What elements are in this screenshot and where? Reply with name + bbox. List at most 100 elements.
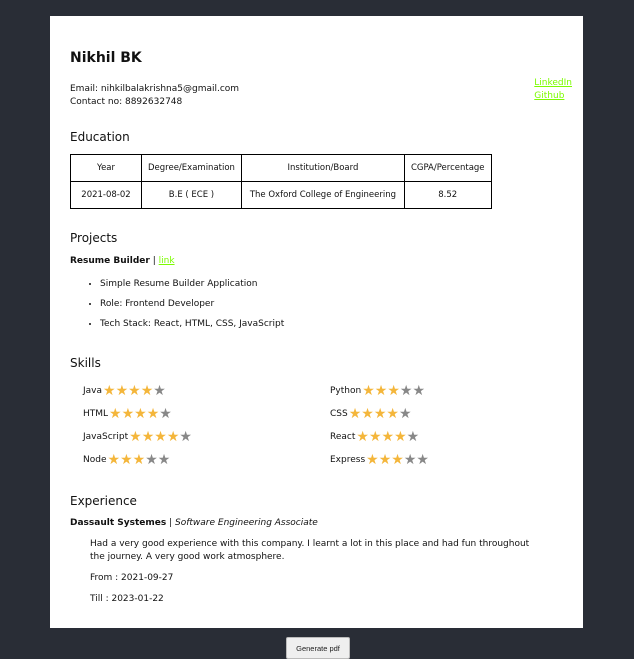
table-header-row: Year Degree/Examination Institution/Boar… xyxy=(70,154,492,182)
star-icon: ★ xyxy=(132,452,146,468)
star-rating: ★ ★ ★ ★ ★ xyxy=(103,384,166,398)
star-icon: ★ xyxy=(391,452,404,468)
star-icon: ★ xyxy=(159,406,172,422)
star-icon: ★ xyxy=(406,429,420,445)
skill-name: CSS xyxy=(330,409,348,419)
skill-item: Python ★ ★ ★ ★ ★ xyxy=(330,384,425,398)
skill-name: Node xyxy=(83,455,107,465)
star-icon: ★ xyxy=(373,406,387,422)
star-icon: ★ xyxy=(381,429,395,445)
star-icon: ★ xyxy=(398,406,412,422)
star-icon: ★ xyxy=(179,429,192,445)
star-rating: ★ ★ ★ ★ ★ xyxy=(349,407,412,421)
star-rating: ★ ★ ★ ★ ★ xyxy=(109,407,172,421)
candidate-name: Nikhil BK xyxy=(70,50,142,66)
list-item: Role: Frontend Developer xyxy=(100,298,284,318)
table-cell: 2021-08-02 xyxy=(70,181,142,209)
star-icon: ★ xyxy=(141,429,155,445)
skill-item: HTML ★ ★ ★ ★ ★ xyxy=(83,407,172,421)
star-icon: ★ xyxy=(129,429,142,445)
skill-name: Java xyxy=(83,386,103,396)
star-icon: ★ xyxy=(366,452,379,468)
star-icon: ★ xyxy=(361,406,374,422)
star-icon: ★ xyxy=(109,406,122,422)
email-text: Email: nihkilbalakrishna5@gmail.com xyxy=(70,84,240,94)
project-name: Resume Builder xyxy=(70,256,150,266)
star-rating: ★ ★ ★ ★ ★ xyxy=(356,430,419,444)
project-separator: | xyxy=(152,256,156,266)
list-item: Simple Resume Builder Application xyxy=(100,278,284,298)
star-icon: ★ xyxy=(348,406,362,422)
skill-item: JavaScript ★ ★ ★ ★ ★ xyxy=(83,430,192,444)
star-rating: ★ ★ ★ ★ ★ xyxy=(366,453,429,467)
star-icon: ★ xyxy=(368,429,382,445)
project-header: Resume Builder | link xyxy=(70,256,175,266)
star-icon: ★ xyxy=(412,383,426,399)
github-link[interactable]: Github xyxy=(534,90,572,103)
star-icon: ★ xyxy=(154,429,167,445)
table-cell: B.E ( ECE ) xyxy=(141,181,242,209)
skills-heading: Skills xyxy=(70,356,101,370)
resume-page: Nikhil BK Email: nihkilbalakrishna5@gmai… xyxy=(50,16,583,628)
star-rating: ★ ★ ★ ★ ★ xyxy=(362,384,425,398)
star-icon: ★ xyxy=(374,383,388,399)
job-role: Software Engineering Associate xyxy=(175,518,318,528)
star-icon: ★ xyxy=(356,429,369,445)
star-icon: ★ xyxy=(134,406,147,422)
column-header: CGPA/Percentage xyxy=(403,154,492,182)
star-icon: ★ xyxy=(387,383,400,399)
skill-item: React ★ ★ ★ ★ ★ xyxy=(330,430,419,444)
contact-block: Email: nihkilbalakrishna5@gmail.com Cont… xyxy=(70,83,239,109)
experience-till-date: Till : 2023-01-22 xyxy=(90,594,164,604)
star-icon: ★ xyxy=(121,406,135,422)
experience-body: Had a very good experience with this com… xyxy=(90,538,545,614)
company-name: Dassault Systemes xyxy=(70,518,167,528)
phone-text: Contact no: 8892632748 xyxy=(70,97,183,107)
linkedin-link[interactable]: LinkedIn xyxy=(534,77,572,90)
projects-heading: Projects xyxy=(70,231,118,245)
star-icon: ★ xyxy=(153,383,166,399)
table-cell: 8.52 xyxy=(403,181,492,209)
table-cell: The Oxford College of Engineering xyxy=(240,181,405,209)
skill-name: HTML xyxy=(83,409,109,419)
star-icon: ★ xyxy=(107,452,121,468)
star-icon: ★ xyxy=(394,429,407,445)
experience-heading: Experience xyxy=(70,494,137,508)
skill-item: Node ★ ★ ★ ★ ★ xyxy=(83,453,170,467)
experience-from-date: From : 2021-09-27 xyxy=(90,573,174,583)
skill-name: React xyxy=(330,432,356,442)
skill-item: Express ★ ★ ★ ★ ★ xyxy=(330,453,429,467)
profile-links: LinkedIn Github xyxy=(534,77,572,103)
generate-pdf-button[interactable]: Generate pdf xyxy=(286,637,350,659)
experience-separator: | xyxy=(169,518,173,528)
column-header: Degree/Examination xyxy=(141,154,242,182)
list-item: Tech Stack: React, HTML, CSS, JavaScript xyxy=(100,318,284,338)
star-icon: ★ xyxy=(115,383,129,399)
table-row: 2021-08-02 B.E ( ECE ) The Oxford Colleg… xyxy=(70,181,492,209)
star-rating: ★ ★ ★ ★ ★ xyxy=(129,430,192,444)
star-icon: ★ xyxy=(386,406,399,422)
star-icon: ★ xyxy=(103,383,116,399)
star-icon: ★ xyxy=(128,383,141,399)
skill-item: CSS ★ ★ ★ ★ ★ xyxy=(330,407,412,421)
skill-name: Express xyxy=(330,455,366,465)
star-icon: ★ xyxy=(145,452,158,468)
experience-header: Dassault Systemes | Software Engineering… xyxy=(70,518,318,528)
star-icon: ★ xyxy=(140,383,154,399)
skill-name: JavaScript xyxy=(83,432,129,442)
star-icon: ★ xyxy=(399,383,413,399)
column-header: Institution/Board xyxy=(240,154,405,182)
skill-name: Python xyxy=(330,386,362,396)
education-table: Year Degree/Examination Institution/Boar… xyxy=(70,154,492,209)
skill-item: Java ★ ★ ★ ★ ★ xyxy=(83,384,166,398)
column-header: Year xyxy=(70,154,142,182)
star-icon: ★ xyxy=(146,406,160,422)
project-link[interactable]: link xyxy=(159,256,175,266)
experience-description: Had a very good experience with this com… xyxy=(90,539,530,562)
star-icon: ★ xyxy=(362,383,375,399)
project-bullets: Simple Resume Builder Application Role: … xyxy=(80,278,284,338)
star-rating: ★ ★ ★ ★ ★ xyxy=(108,453,171,467)
star-icon: ★ xyxy=(416,452,429,468)
education-heading: Education xyxy=(70,130,130,144)
star-icon: ★ xyxy=(157,452,171,468)
